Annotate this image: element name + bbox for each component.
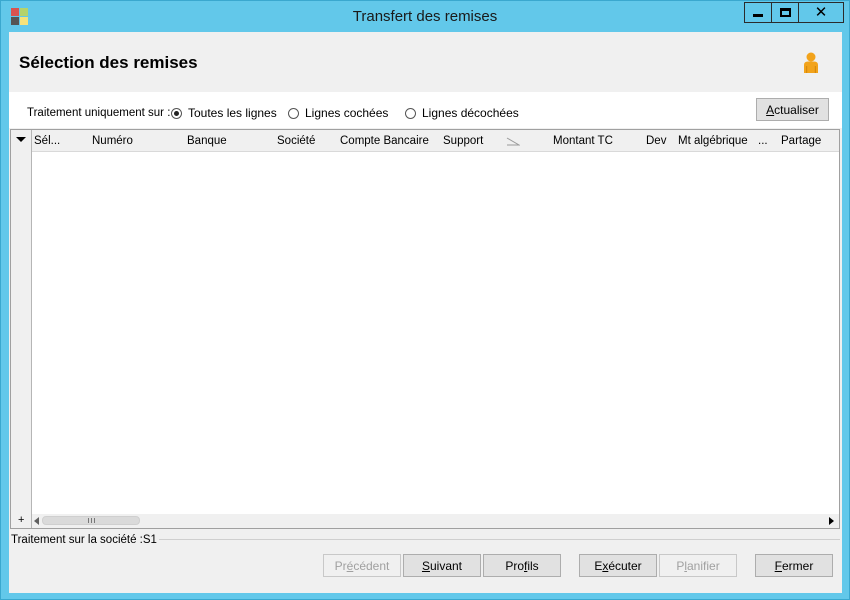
processing-scope-label: Traitement uniquement sur : <box>27 107 171 119</box>
radio-checked-lines[interactable]: Lignes cochées <box>288 106 388 120</box>
radio-unchecked-lines[interactable]: Lignes décochées <box>405 106 519 120</box>
maximize-icon <box>779 8 791 17</box>
minimize-icon <box>753 14 763 17</box>
previous-label-a: Pr <box>334 558 347 573</box>
next-button[interactable]: Suivant <box>403 554 481 577</box>
options-panel: Traitement uniquement sur : Toutes les l… <box>9 92 842 128</box>
schedule-label-a: P <box>676 558 685 573</box>
page-title: Sélection des remises <box>19 53 198 72</box>
radio-all-lines-label: Toutes les lignes <box>188 106 277 120</box>
grid-header: Sél... Numéro Banque Société Compte Banc… <box>32 130 839 152</box>
radio-unchecked-icon <box>405 107 416 119</box>
schedule-label-b: anifier <box>687 558 720 573</box>
window-title: Transfert des remises <box>352 8 498 25</box>
remittances-grid[interactable]: Sél... Numéro Banque Société Compte Banc… <box>10 129 840 529</box>
column-header-algebraic-amount[interactable]: Mt algébrique <box>678 135 748 147</box>
filter-dropdown-icon[interactable] <box>16 137 26 142</box>
maximize-button[interactable] <box>771 2 799 23</box>
radio-checked-lines-label: Lignes cochées <box>305 106 389 120</box>
minimize-button[interactable] <box>744 2 772 23</box>
execute-label-b: écuter <box>608 558 642 573</box>
column-header-sharing[interactable]: Partage <box>781 135 821 147</box>
profiles-label-b: ils <box>527 558 539 573</box>
column-header-currency[interactable]: Dev <box>646 135 666 147</box>
column-header-bank[interactable]: Banque <box>187 135 227 147</box>
column-header-selection[interactable]: Sél... <box>34 135 60 147</box>
client-area: Sélection des remises Traitement uniquem… <box>9 32 842 593</box>
previous-button[interactable]: Pr é cédent <box>323 554 401 577</box>
close-icon: ✕ <box>814 4 828 21</box>
title-bar[interactable]: Transfert des remises ✕ <box>1 1 849 31</box>
refresh-button-label: ctualiser <box>774 102 819 117</box>
column-header-more[interactable]: ... <box>758 135 768 147</box>
refresh-button[interactable]: Actualiser <box>756 98 829 121</box>
column-header-company[interactable]: Société <box>277 135 315 147</box>
profiles-button[interactable]: Pro f ils <box>483 554 561 577</box>
page-header: Sélection des remises <box>9 32 842 92</box>
column-header-number[interactable]: Numéro <box>92 135 133 147</box>
previous-mnemonic: é <box>346 558 354 573</box>
app-window: Transfert des remises ✕ Sélection des re… <box>0 0 850 600</box>
radio-unchecked-icon <box>288 107 299 119</box>
radio-all-lines[interactable]: Toutes les lignes <box>171 106 277 120</box>
column-header-support[interactable]: Support <box>443 135 483 147</box>
next-label: uivant <box>429 558 463 573</box>
column-header-amount-tc[interactable]: Montant TC <box>553 135 613 147</box>
add-icon[interactable]: + <box>18 514 24 526</box>
column-header-bank-account[interactable]: Compte Bancaire <box>340 135 429 147</box>
close-mnemonic: F <box>774 558 782 573</box>
horizontal-scrollbar[interactable]: + <box>18 514 839 528</box>
close-button[interactable]: Fermer <box>755 554 833 577</box>
radio-checked-icon <box>171 107 182 119</box>
profiles-label-a: Pro <box>505 558 524 573</box>
scroll-left-icon[interactable] <box>34 517 39 525</box>
refresh-button-mnemonic: A <box>766 102 775 117</box>
scroll-right-icon[interactable] <box>829 517 834 525</box>
execute-label-a: E <box>594 558 603 573</box>
next-mnemonic: S <box>421 558 430 573</box>
close-label: ermer <box>782 558 814 573</box>
sort-indicator-icon <box>506 137 520 146</box>
scrollbar-thumb[interactable] <box>42 516 140 525</box>
previous-label-b: cédent <box>353 558 390 573</box>
user-icon[interactable] <box>802 52 820 74</box>
row-header-column <box>11 130 32 528</box>
status-divider <box>159 539 840 540</box>
radio-unchecked-lines-label: Lignes décochées <box>422 106 519 120</box>
status-text: Traitement sur la société :S1 <box>11 534 157 546</box>
execute-button[interactable]: Ex écuter <box>579 554 657 577</box>
close-window-button[interactable]: ✕ <box>798 2 844 23</box>
schedule-button[interactable]: Pl anifier <box>659 554 737 577</box>
